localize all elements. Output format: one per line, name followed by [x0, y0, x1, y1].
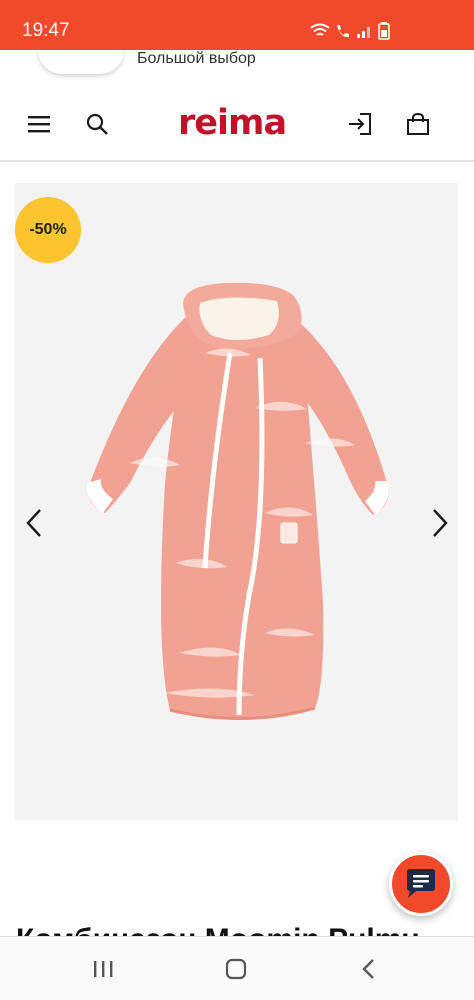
search-button[interactable]: [83, 110, 111, 138]
chevron-left-icon: [26, 509, 41, 537]
cart-icon: [407, 112, 429, 135]
chat-icon: [407, 869, 435, 898]
back-button[interactable]: [355, 955, 383, 983]
app-header: reima: [0, 88, 474, 162]
home-icon: [225, 958, 247, 980]
wifi-icon: [310, 23, 330, 36]
login-button[interactable]: [346, 110, 374, 138]
chat-button[interactable]: [389, 852, 453, 916]
next-image-button[interactable]: [428, 506, 452, 540]
search-icon: [86, 113, 108, 135]
status-time: 19:47: [22, 20, 70, 41]
back-icon: [362, 959, 374, 979]
menu-icon: [28, 116, 50, 133]
system-nav-bar: [0, 936, 474, 1000]
login-icon: [349, 113, 371, 135]
battery-icon: [378, 22, 390, 40]
brand-logo[interactable]: reima: [178, 103, 287, 143]
promo-strip: Большой выбор: [0, 50, 474, 88]
status-icons: [310, 22, 390, 40]
chevron-right-icon: [433, 509, 448, 537]
signal-icon: [357, 27, 370, 38]
menu-button[interactable]: [25, 110, 53, 138]
product-photo-snowsuit: [86, 282, 389, 721]
home-button[interactable]: [222, 955, 250, 983]
call-icon: [337, 25, 349, 38]
promo-text: Большой выбор: [137, 50, 256, 67]
recent-apps-icon: [94, 961, 113, 977]
promo-pill: [38, 50, 124, 74]
discount-badge: -50%: [15, 197, 81, 263]
cart-button[interactable]: [404, 110, 432, 138]
prev-image-button[interactable]: [22, 506, 46, 540]
recent-apps-button[interactable]: [89, 955, 117, 983]
status-bar: 19:47: [0, 0, 474, 50]
